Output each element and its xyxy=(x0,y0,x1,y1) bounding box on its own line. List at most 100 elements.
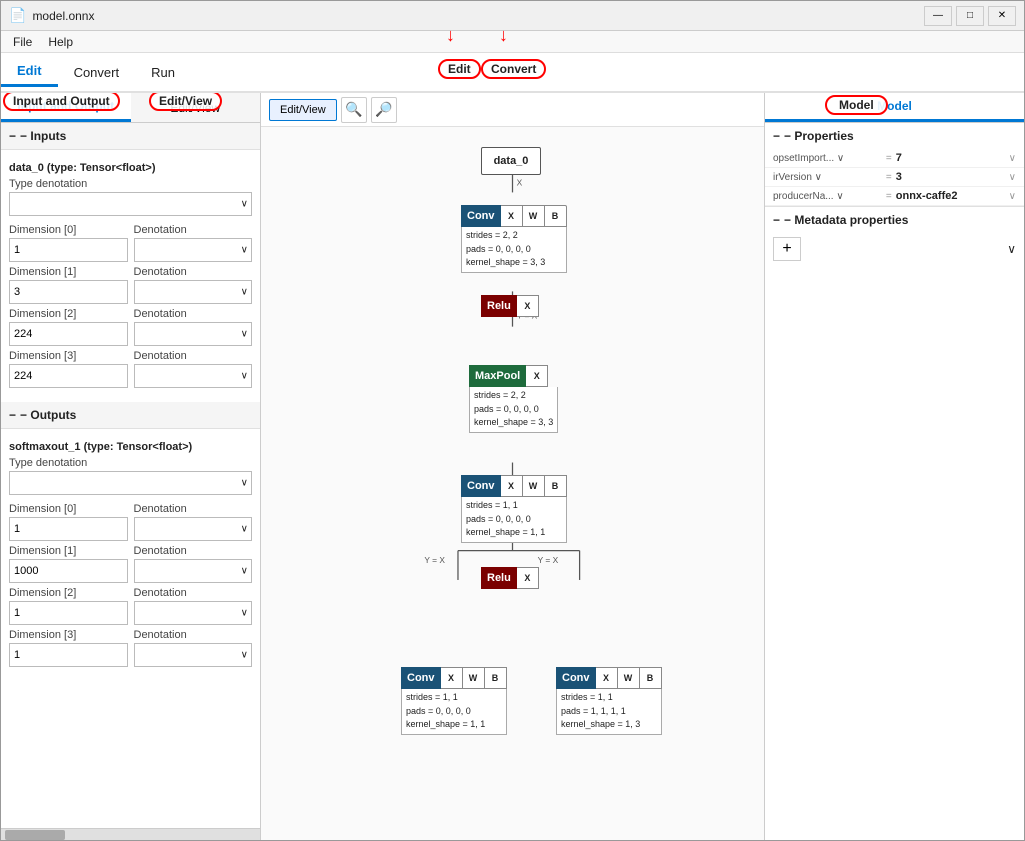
toolbar-convert[interactable]: Convert xyxy=(58,59,136,86)
output-dim-0-label: Dimension [0] xyxy=(9,503,128,515)
left-panel-tabs: Input and Output Edit/View xyxy=(1,93,260,123)
output-dim-0-denotation-dropdown[interactable] xyxy=(134,517,253,541)
prop-irversion-value: 3 xyxy=(896,171,1005,183)
node-conv-3[interactable]: Conv X W B strides = 1, 1pads = 0, 0, 0,… xyxy=(401,667,507,735)
close-button[interactable]: ✕ xyxy=(988,6,1016,26)
outputs-section-header[interactable]: − − Outputs xyxy=(1,402,260,429)
inputs-content: data_0 (type: Tensor<float>) Type denota… xyxy=(1,150,260,398)
tab-edit-view[interactable]: Edit/View xyxy=(131,93,261,122)
outputs-label: − Outputs xyxy=(20,408,76,422)
app-icon: 📄 xyxy=(9,7,26,24)
node-relu-1[interactable]: Relu X xyxy=(481,295,539,317)
output-tensor-label: softmaxout_1 (type: Tensor<float>) xyxy=(9,441,252,453)
output-dim-1-denotation-dropdown[interactable] xyxy=(134,559,253,583)
input-type-denotation-label: Type denotation xyxy=(9,178,252,190)
prop-irversion-chevron[interactable]: ∨ xyxy=(1009,172,1016,183)
node-conv-1[interactable]: Conv X W B strides = 2, 2pads = 0, 0, 0,… xyxy=(461,205,567,273)
prop-producer-dropdown[interactable]: producerNa... ∨ xyxy=(773,191,882,202)
output-dim-0-field[interactable] xyxy=(9,517,128,541)
graph-search-button[interactable]: 🔍 xyxy=(341,97,367,123)
prop-irversion-dropdown[interactable]: irVersion ∨ xyxy=(773,172,882,183)
input-dim-1-field[interactable] xyxy=(9,280,128,304)
input-dim-1-row: Dimension [1] Denotation ∨ xyxy=(9,266,252,304)
input-dim-0-label: Dimension [0] xyxy=(9,224,128,236)
center-canvas: Edit/View 🔍 🔎 xyxy=(261,93,764,840)
input-type-dropdown-container: ∨ xyxy=(9,192,252,216)
properties-toggle: − xyxy=(773,129,780,143)
prop-opset: opsetImport... ∨ = 7 ∨ xyxy=(765,149,1024,168)
input-type-dropdown[interactable] xyxy=(9,192,252,216)
input-dim-0-row: Dimension [0] Denotation ∨ xyxy=(9,224,252,262)
output-dim-3-denotation-dropdown[interactable] xyxy=(134,643,253,667)
output-dim-3-label: Dimension [3] xyxy=(9,629,128,641)
maximize-button[interactable]: □ xyxy=(956,6,984,26)
main-window: 📄 model.onnx — □ ✕ File Help Edit Conver… xyxy=(0,0,1025,841)
minimize-button[interactable]: — xyxy=(924,6,952,26)
node-conv-2[interactable]: Conv X W B strides = 1, 1pads = 0, 0, 0,… xyxy=(461,475,567,543)
output-dim-3-field[interactable] xyxy=(9,643,128,667)
toolbar-edit[interactable]: Edit xyxy=(1,57,58,87)
metadata-section-header[interactable]: − − Metadata properties xyxy=(765,206,1024,233)
graph-edit-view-button[interactable]: Edit/View xyxy=(269,99,337,121)
menu-file[interactable]: File xyxy=(5,33,40,51)
input-dim-2-row: Dimension [2] Denotation ∨ xyxy=(9,308,252,346)
input-dim-3-label: Dimension [3] xyxy=(9,350,128,362)
properties-label: − Properties xyxy=(784,129,854,143)
input-dim-0-field[interactable] xyxy=(9,238,128,262)
metadata-toggle: − xyxy=(773,213,780,227)
output-dim-2-label: Dimension [2] xyxy=(9,587,128,599)
prop-opset-chevron[interactable]: ∨ xyxy=(1009,153,1016,164)
input-dim-2-denotation-dropdown[interactable] xyxy=(134,322,253,346)
svg-text:X: X xyxy=(517,178,523,188)
menu-bar: File Help xyxy=(1,31,1024,53)
output-dim-1-field[interactable] xyxy=(9,559,128,583)
input-dim-0-denotation-dropdown[interactable] xyxy=(134,238,253,262)
metadata-dropdown-arrow[interactable]: ∨ xyxy=(1007,242,1016,256)
node-relu-2[interactable]: Relu X xyxy=(481,567,539,589)
inputs-toggle: − xyxy=(9,129,16,143)
prop-producer-chevron[interactable]: ∨ xyxy=(1009,191,1016,202)
input-dim-0-denotation-label: Denotation xyxy=(134,224,253,236)
output-dim-3-row: Dimension [3] Denotation ∨ xyxy=(9,629,252,667)
toolbar-run[interactable]: Run xyxy=(135,59,191,86)
prop-producer-eq: = xyxy=(886,191,892,202)
tab-input-output[interactable]: Input and Output xyxy=(1,93,131,122)
input-dim-1-label: Dimension [1] xyxy=(9,266,128,278)
node-conv-4[interactable]: Conv X W B strides = 1, 1pads = 1, 1, 1,… xyxy=(556,667,662,735)
add-metadata-button[interactable]: + xyxy=(773,237,801,261)
node-maxpool[interactable]: MaxPool X strides = 2, 2pads = 0, 0, 0, … xyxy=(469,365,558,433)
output-dim-0-denotation-label: Denotation xyxy=(134,503,253,515)
input-dim-3-row: Dimension [3] Denotation ∨ xyxy=(9,350,252,388)
output-dim-1-row: Dimension [1] Denotation ∨ xyxy=(9,545,252,583)
prop-producer: producerNa... ∨ = onnx-caffe2 ∨ xyxy=(765,187,1024,206)
input-dim-3-field[interactable] xyxy=(9,364,128,388)
output-dim-2-field[interactable] xyxy=(9,601,128,625)
node-data-0[interactable]: data_0 xyxy=(481,147,541,175)
inputs-label: − Inputs xyxy=(20,129,66,143)
title-bar-controls: — □ ✕ xyxy=(924,6,1016,26)
output-type-dropdown[interactable] xyxy=(9,471,252,495)
tab-model[interactable]: Model xyxy=(765,93,1024,122)
outputs-toggle: − xyxy=(9,408,16,422)
output-dim-2-denotation-dropdown[interactable] xyxy=(134,601,253,625)
menu-help[interactable]: Help xyxy=(40,33,81,51)
inputs-section-header[interactable]: − − Inputs xyxy=(1,123,260,150)
title-bar: 📄 model.onnx — □ ✕ xyxy=(1,1,1024,31)
graph-zoom-button[interactable]: 🔎 xyxy=(371,97,397,123)
graph-toolbar: Edit/View 🔍 🔎 xyxy=(261,93,764,127)
main-toolbar: Edit Convert Run xyxy=(1,53,1024,93)
input-dim-2-field[interactable] xyxy=(9,322,128,346)
output-dim-2-row: Dimension [2] Denotation ∨ xyxy=(9,587,252,625)
input-dim-1-denotation-label: Denotation xyxy=(134,266,253,278)
prop-opset-dropdown[interactable]: opsetImport... ∨ xyxy=(773,153,882,164)
graph-area[interactable]: X Y = X Y = X Y = X Y = X Y = X Y = X da… xyxy=(261,127,764,840)
outputs-content: softmaxout_1 (type: Tensor<float>) Type … xyxy=(1,429,260,677)
prop-irversion-eq: = xyxy=(886,172,892,183)
input-dim-3-denotation-dropdown[interactable] xyxy=(134,364,253,388)
input-dim-3-denotation-label: Denotation xyxy=(134,350,253,362)
properties-section-header[interactable]: − − Properties xyxy=(765,123,1024,149)
input-dim-1-denotation-dropdown[interactable] xyxy=(134,280,253,304)
left-panel-scrollbar[interactable] xyxy=(1,828,260,840)
window-title: model.onnx xyxy=(32,9,94,23)
left-panel: Input and Output Edit/View ↓ Input and O… xyxy=(1,93,261,840)
